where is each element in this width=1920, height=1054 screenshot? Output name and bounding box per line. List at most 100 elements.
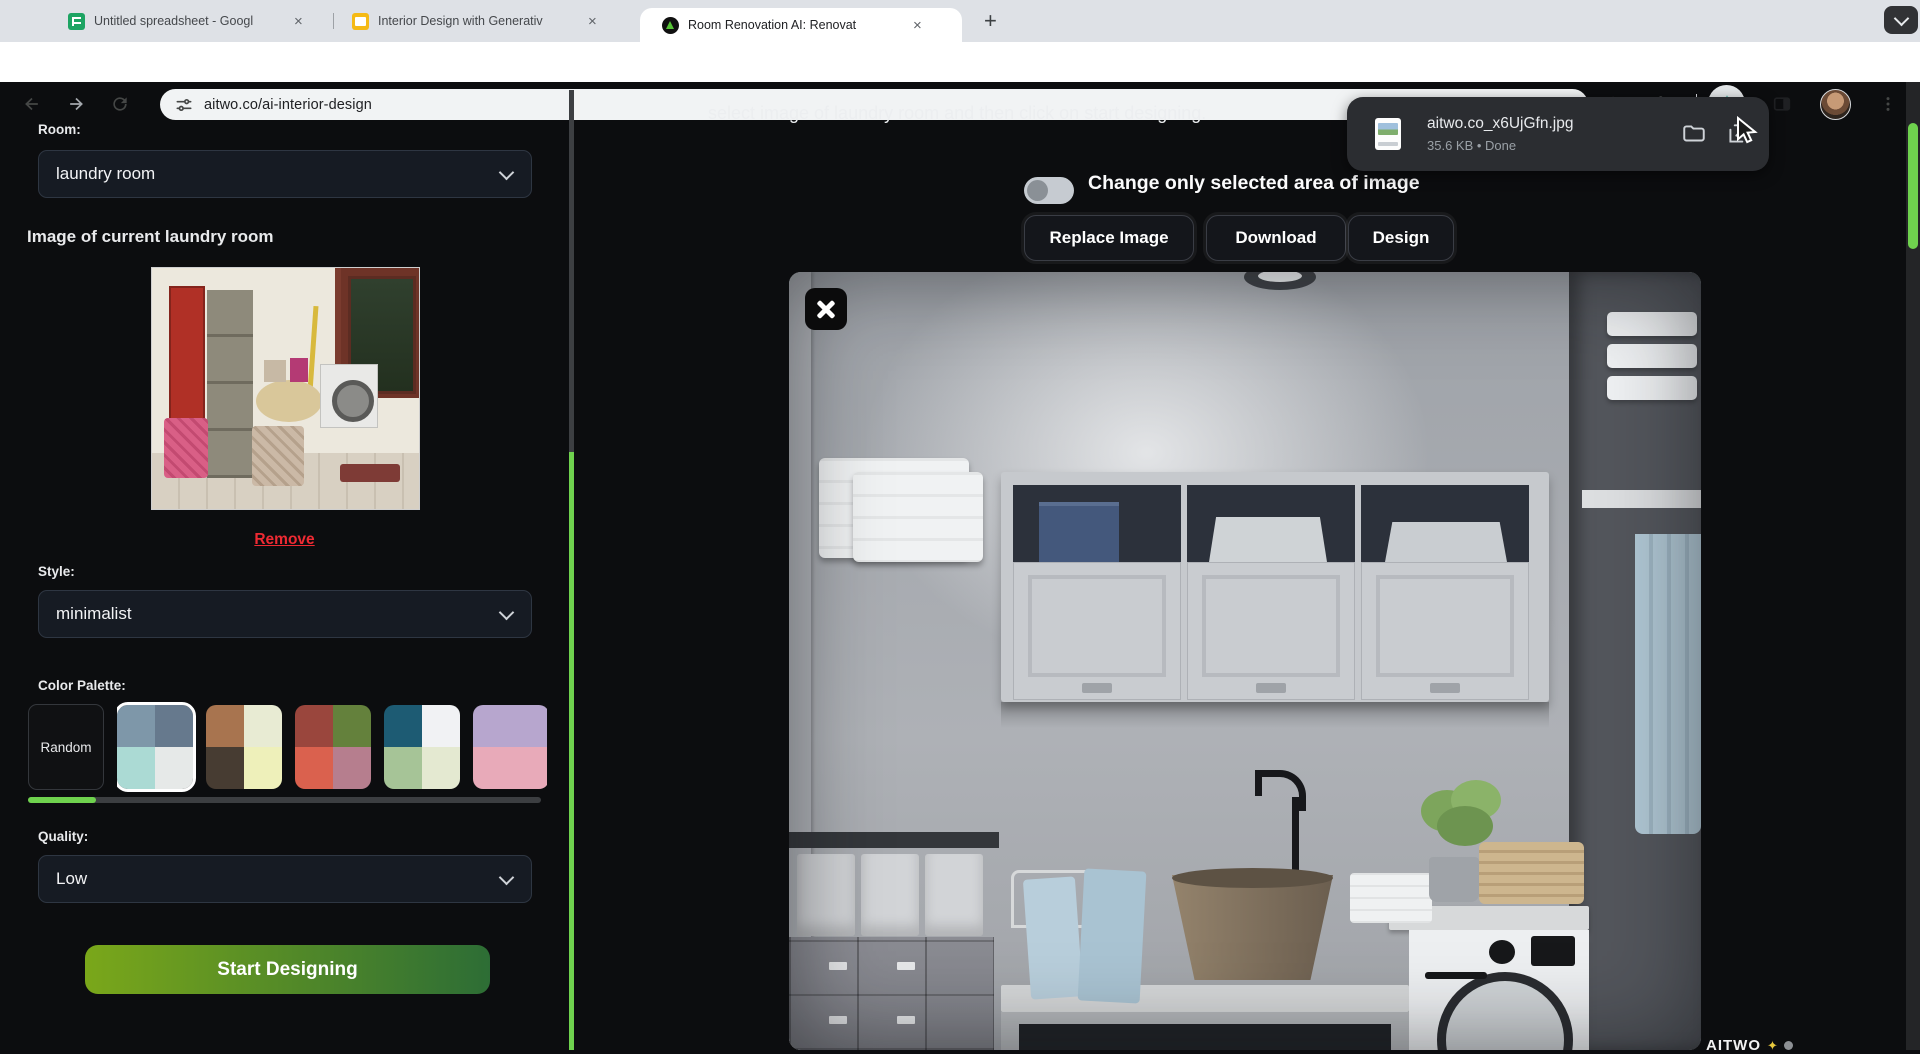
palette-option-3[interactable] — [295, 705, 371, 789]
browser-toolbar: aitwo.co/ai-interior-design ☆ — [0, 42, 1920, 82]
palette-swatch — [422, 705, 460, 747]
arrow-right-icon — [66, 94, 86, 114]
google-slides-favicon — [352, 13, 369, 30]
show-in-folder-button[interactable] — [1681, 121, 1707, 147]
download-filename: aitwo.co_x6UjGfn.jpg — [1427, 115, 1681, 133]
close-image-button[interactable] — [805, 288, 847, 330]
palette-option-5[interactable] — [473, 705, 547, 789]
new-tab-button[interactable]: + — [984, 8, 997, 34]
palette-swatch — [117, 705, 155, 747]
start-designing-button[interactable]: Start Designing — [85, 945, 490, 994]
palette-swatch — [244, 747, 282, 789]
forward-button[interactable] — [64, 92, 88, 116]
side-panel-icon — [1772, 94, 1792, 114]
replace-image-button[interactable]: Replace Image — [1024, 215, 1194, 261]
remove-image-link[interactable]: Remove — [151, 531, 418, 549]
palette-swatch — [333, 747, 371, 789]
start-designing-label: Start Designing — [217, 959, 357, 981]
tab-room-renovation-active[interactable]: Room Renovation AI: Renovat × — [640, 8, 962, 42]
three-dot-menu-icon — [1878, 94, 1898, 114]
thumb-red-mat — [340, 464, 400, 482]
tab-divider — [333, 13, 334, 29]
palette-option-4[interactable] — [384, 705, 460, 789]
tab-spreadsheet[interactable]: Untitled spreadsheet - Googl × — [68, 0, 318, 42]
quality-select[interactable]: Low — [38, 855, 532, 903]
renovated-room-image[interactable] — [789, 272, 1701, 1050]
aitwo-watermark: AITWO ✦ — [1706, 1037, 1793, 1054]
palette-swatch — [295, 747, 333, 789]
palette-strip — [117, 701, 547, 793]
quality-select-value: Low — [56, 869, 87, 889]
thumb-washer-door — [332, 380, 374, 422]
palette-swatch — [117, 747, 155, 789]
thumb-table — [256, 380, 322, 422]
tab-title: Untitled spreadsheet - Googl — [94, 14, 284, 28]
palette-swatch — [473, 747, 511, 789]
palette-swatch — [333, 705, 371, 747]
watermark-text: AITWO — [1706, 1037, 1761, 1054]
color-palette-label: Color Palette: — [38, 678, 126, 693]
url-text[interactable]: aitwo.co/ai-interior-design — [204, 97, 372, 113]
selected-area-toggle-label: Change only selected area of image — [1088, 172, 1420, 195]
palette-swatch — [295, 705, 333, 747]
tab-close-icon[interactable]: × — [913, 17, 922, 34]
page-scrollbar-thumb[interactable] — [1908, 123, 1918, 249]
style-label: Style: — [38, 564, 75, 579]
google-sheets-favicon — [68, 13, 85, 30]
random-palette-button[interactable]: Random — [28, 704, 104, 790]
tab-search-chevron-button[interactable] — [1884, 6, 1918, 34]
palette-scrollbar-thumb[interactable] — [28, 797, 96, 803]
replace-image-label: Replace Image — [1049, 228, 1168, 248]
style-select-value: minimalist — [56, 604, 132, 624]
tab-title: Room Renovation AI: Renovat — [688, 18, 903, 32]
browser-menu-button[interactable] — [1876, 92, 1900, 116]
palette-swatch — [511, 705, 547, 747]
style-select[interactable]: minimalist — [38, 590, 532, 638]
side-panel-button[interactable] — [1770, 92, 1794, 116]
room-label: Room: — [38, 122, 81, 137]
browser-tab-bar: Untitled spreadsheet - Googl × Interior … — [0, 0, 1920, 42]
profile-avatar[interactable] — [1820, 89, 1851, 120]
tab-close-icon[interactable]: × — [294, 13, 303, 30]
sidebar-scrollbar-thumb[interactable] — [569, 452, 574, 1050]
palette-swatch — [422, 747, 460, 789]
download-bubble[interactable]: aitwo.co_x6UjGfn.jpg 35.6 KB • Done — [1347, 97, 1769, 171]
instruction-text: select image of laundry room and then cl… — [708, 103, 1206, 124]
thumb-clutter-2 — [290, 358, 308, 382]
design-label: Design — [1373, 228, 1430, 248]
palette-swatch — [206, 747, 244, 789]
sidebar-scrollbar-track[interactable] — [569, 90, 574, 452]
toggle-knob — [1027, 180, 1048, 201]
download-info: aitwo.co_x6UjGfn.jpg 35.6 KB • Done — [1427, 115, 1681, 153]
mouse-cursor — [1736, 116, 1762, 144]
palette-swatch — [244, 705, 282, 747]
palette-swatch — [384, 747, 422, 789]
thumb-pink-basket — [164, 418, 208, 478]
palette-swatch — [155, 705, 193, 747]
tab-close-icon[interactable]: × — [588, 13, 597, 30]
random-palette-label: Random — [40, 740, 91, 755]
reload-button[interactable] — [108, 92, 132, 116]
tab-slides[interactable]: Interior Design with Generativ × — [352, 0, 614, 42]
palette-option-1[interactable] — [117, 705, 193, 789]
current-image-label: Image of current laundry room — [27, 227, 274, 247]
tab-title: Interior Design with Generativ — [378, 14, 578, 28]
palette-scrollbar[interactable] — [28, 797, 541, 803]
chevron-down-icon — [1893, 10, 1909, 26]
palette-swatch — [473, 705, 511, 747]
reload-icon — [110, 94, 130, 114]
room-select[interactable]: laundry room — [38, 150, 532, 198]
design-button[interactable]: Design — [1348, 215, 1454, 261]
site-settings-icon[interactable] — [174, 95, 194, 115]
watermark-dot — [1784, 1041, 1793, 1050]
palette-swatch — [155, 747, 193, 789]
current-room-thumbnail[interactable] — [151, 267, 420, 510]
back-button[interactable] — [20, 92, 44, 116]
download-button[interactable]: Download — [1206, 215, 1346, 261]
download-status: 35.6 KB • Done — [1427, 138, 1681, 153]
palette-option-2[interactable] — [206, 705, 282, 789]
palette-swatch — [384, 705, 422, 747]
palette-swatch — [206, 705, 244, 747]
thumb-filing-cabinet — [207, 290, 253, 478]
selected-area-toggle[interactable] — [1024, 177, 1074, 204]
